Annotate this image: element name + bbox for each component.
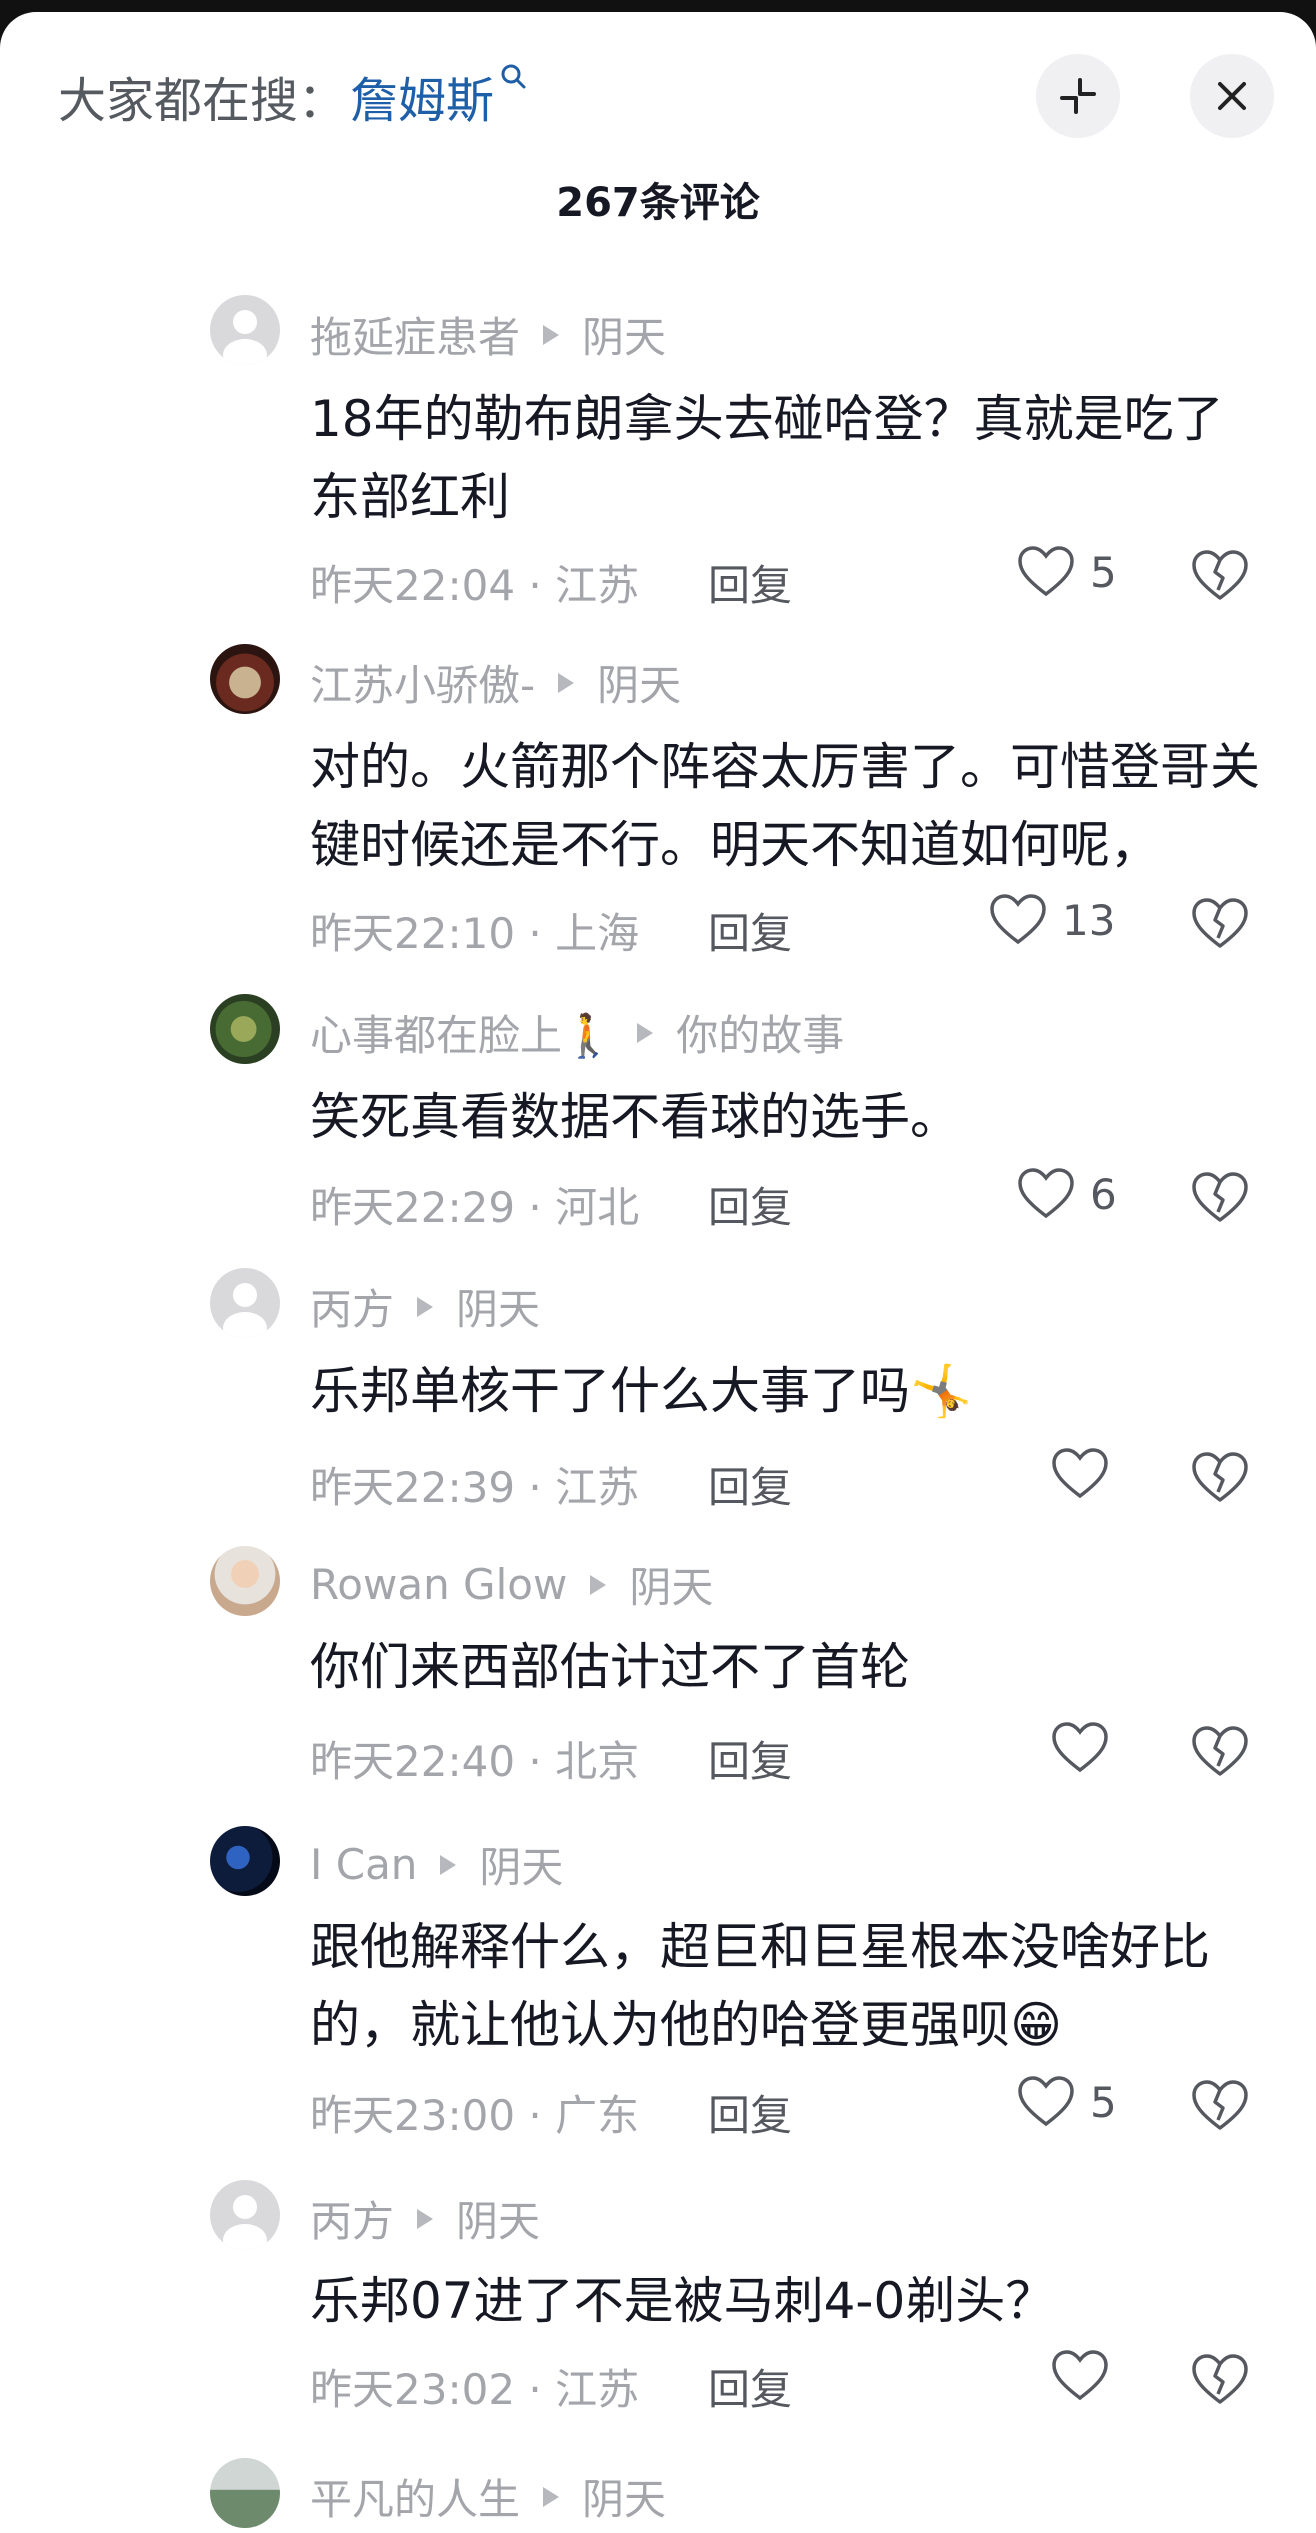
comment-text: 笑死真看数据不看球的选手。 — [310, 1088, 960, 1146]
play-triangle-icon — [543, 324, 560, 345]
heart-icon — [1018, 2076, 1074, 2127]
username[interactable]: 拖延症患者 — [310, 304, 520, 365]
heart-icon — [1018, 546, 1074, 597]
search-icon — [501, 64, 526, 89]
comment-meta: 拖延症患者 阴天 — [310, 304, 666, 365]
comment-meta: I Can 阴天 — [310, 1834, 563, 1895]
play-triangle-icon — [590, 1574, 607, 1595]
avatar[interactable] — [210, 644, 280, 714]
comment-count-title: 267条评论 — [556, 180, 760, 226]
reply-to-user[interactable]: 阴天 — [582, 304, 666, 365]
play-triangle-icon — [417, 2208, 434, 2229]
collapse-icon — [1060, 78, 1096, 114]
dislike-heart-icon[interactable] — [1190, 1724, 1250, 1780]
close-button[interactable] — [1190, 54, 1274, 138]
like-button[interactable]: 5 — [1016, 2074, 1117, 2130]
reply-button[interactable]: 回复 — [708, 2082, 792, 2143]
comment-time-location: 昨天22:04 · 江苏 — [310, 561, 640, 610]
comment-time-location: 昨天23:00 · 广东 — [310, 2091, 640, 2140]
dislike-heart-icon[interactable] — [1190, 1450, 1250, 1506]
like-count: 5 — [1090, 547, 1117, 597]
username[interactable]: Rowan Glow — [310, 1560, 567, 1609]
like-button[interactable]: 5 — [1016, 544, 1117, 600]
reply-button[interactable]: 回复 — [708, 1174, 792, 1235]
default-avatar-icon — [223, 1283, 267, 1338]
comment-text: 对的。火箭那个阵容太厉害了。可惜登哥关键时候还是不行。明天不知道如何呢， — [310, 738, 1260, 874]
comment-meta: 丙方 阴天 — [310, 2188, 540, 2249]
avatar[interactable] — [210, 2458, 280, 2528]
comment-meta: Rowan Glow 阴天 — [310, 1554, 713, 1615]
default-avatar-icon — [223, 2195, 267, 2250]
heart-icon — [1052, 1448, 1108, 1499]
reply-to-user[interactable]: 阴天 — [456, 1276, 540, 1337]
username[interactable]: 丙方 — [310, 1276, 394, 1337]
comments-sheet: 大家都在搜： 詹姆斯 267条评论 拖延症患者 阴天 18年的勒布朗拿头去碰哈登… — [0, 12, 1316, 2533]
heart-icon — [1052, 1722, 1108, 1773]
reply-button[interactable]: 回复 — [708, 552, 792, 613]
heart-icon — [1018, 1168, 1074, 1219]
search-suggestion[interactable]: 大家都在搜： 詹姆斯 — [58, 56, 528, 136]
reply-to-user[interactable]: 阴天 — [629, 1554, 713, 1615]
reply-to-user[interactable]: 你的故事 — [676, 1002, 844, 1063]
play-triangle-icon — [543, 2486, 560, 2507]
comment-time-location: 昨天22:10 · 上海 — [310, 909, 640, 958]
like-button[interactable]: 13 — [988, 892, 1115, 948]
play-triangle-icon — [417, 1296, 434, 1317]
dislike-heart-icon[interactable] — [1190, 2352, 1250, 2408]
reply-button[interactable]: 回复 — [708, 900, 792, 961]
comment-text: 18年的勒布朗拿头去碰哈登？真就是吃了东部红利 — [310, 390, 1224, 526]
comment-meta: 平凡的人生 阴天 — [310, 2466, 666, 2527]
dislike-heart-icon[interactable] — [1190, 1170, 1250, 1226]
comment-time-location: 昨天22:40 · 北京 — [310, 1737, 640, 1786]
search-term-link[interactable]: 詹姆斯 — [350, 61, 494, 131]
like-button[interactable] — [1050, 2348, 1124, 2404]
reply-to-user[interactable]: 阴天 — [479, 1834, 563, 1895]
comment-time-location: 昨天22:29 · 河北 — [310, 1183, 640, 1232]
comment-text: 乐邦07进了不是被马刺4-0剃头？ — [310, 2272, 1056, 2330]
reply-button[interactable]: 回复 — [708, 2356, 792, 2417]
reply-to-user[interactable]: 阴天 — [582, 2466, 666, 2527]
dislike-heart-icon[interactable] — [1190, 2078, 1250, 2134]
dislike-heart-icon[interactable] — [1190, 548, 1250, 604]
username[interactable]: 江苏小骄傲- — [310, 652, 535, 713]
reply-to-user[interactable]: 阴天 — [597, 652, 681, 713]
comment-meta: 丙方 阴天 — [310, 1276, 540, 1337]
username[interactable]: 心事都在脸上🚶 — [310, 1002, 614, 1063]
username[interactable]: 丙方 — [310, 2188, 394, 2249]
heart-icon — [1052, 2350, 1108, 2401]
default-avatar-icon — [223, 310, 267, 365]
play-triangle-icon — [558, 672, 575, 693]
like-count: 5 — [1090, 2077, 1117, 2127]
play-triangle-icon — [440, 1854, 457, 1875]
comment-text: 跟他解释什么，超巨和巨星根本没啥好比的，就让他认为他的哈登更强呗😁 — [310, 1918, 1210, 2054]
username[interactable]: I Can — [310, 1840, 417, 1889]
reply-button[interactable]: 回复 — [708, 1728, 792, 1789]
username[interactable]: 平凡的人生 — [310, 2466, 520, 2527]
like-count: 13 — [1062, 895, 1116, 945]
avatar[interactable] — [210, 1546, 280, 1616]
avatar[interactable] — [210, 1826, 280, 1896]
collapse-button[interactable] — [1036, 54, 1120, 138]
avatar[interactable] — [210, 1268, 280, 1338]
reply-to-user[interactable]: 阴天 — [456, 2188, 540, 2249]
play-triangle-icon — [637, 1022, 654, 1043]
like-button[interactable] — [1050, 1720, 1124, 1776]
comment-time-location: 昨天22:39 · 江苏 — [310, 1463, 640, 1512]
like-button[interactable] — [1050, 1446, 1124, 1502]
comment-text: 你们来西部估计过不了首轮 — [310, 1638, 910, 1696]
avatar[interactable] — [210, 2180, 280, 2250]
dislike-heart-icon[interactable] — [1190, 896, 1250, 952]
comment-meta: 心事都在脸上🚶 你的故事 — [310, 1002, 844, 1063]
comment-time-location: 昨天23:02 · 江苏 — [310, 2365, 640, 2414]
comment-text: 乐邦单核干了什么大事了吗🤸 — [310, 1362, 973, 1420]
reply-button[interactable]: 回复 — [708, 1454, 792, 1515]
avatar[interactable] — [210, 295, 280, 365]
comment-meta: 江苏小骄傲- 阴天 — [310, 652, 681, 713]
search-prefix: 大家都在搜： — [58, 73, 347, 129]
like-count: 6 — [1090, 1169, 1117, 1219]
heart-icon — [990, 894, 1046, 945]
avatar[interactable] — [210, 994, 280, 1064]
close-icon — [1218, 82, 1246, 110]
like-button[interactable]: 6 — [1016, 1166, 1117, 1222]
